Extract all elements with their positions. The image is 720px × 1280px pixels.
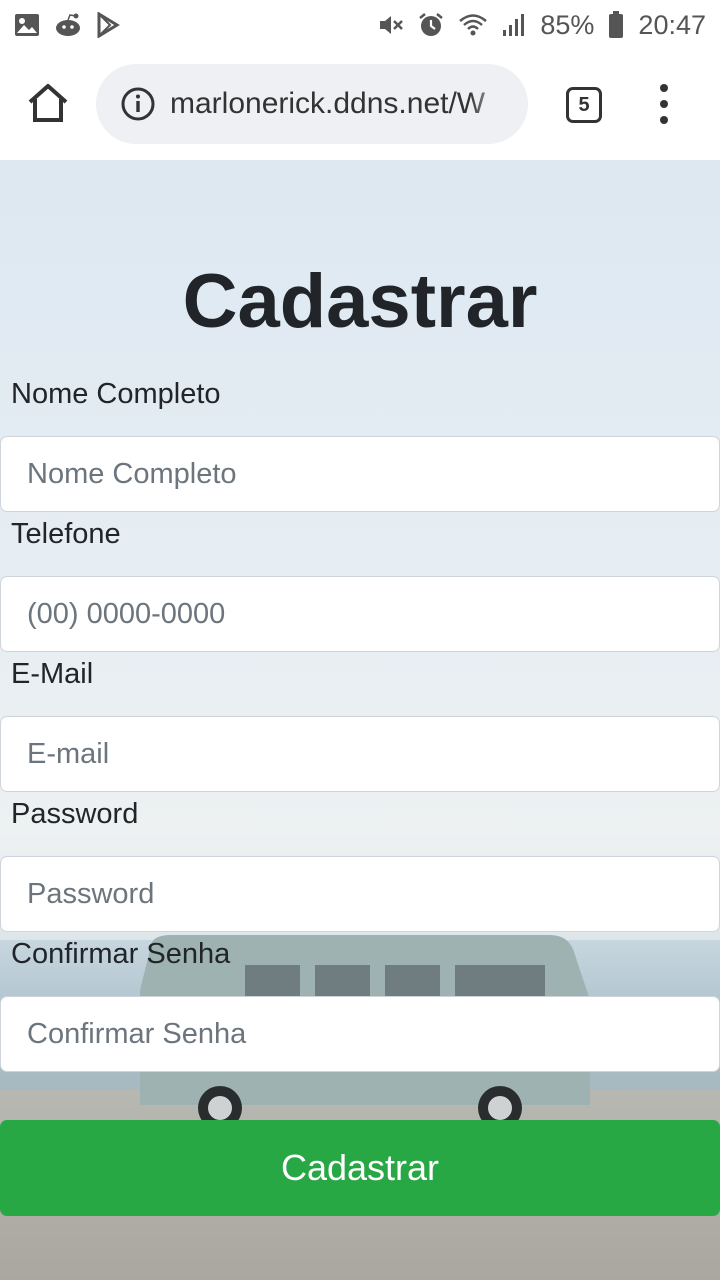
address-bar[interactable]: marlonerick.ddns.net/W: [96, 64, 528, 144]
page-title: Cadastrar: [182, 259, 538, 344]
image-icon: [14, 12, 40, 38]
full-name-label: Nome Completo: [11, 378, 221, 410]
info-icon[interactable]: [120, 86, 156, 122]
url-text[interactable]: marlonerick.ddns.net/W: [170, 87, 510, 121]
email-label: E-Mail: [11, 658, 94, 690]
register-button[interactable]: Cadastrar: [0, 1120, 720, 1216]
password-input[interactable]: [0, 856, 720, 932]
browser-toolbar: marlonerick.ddns.net/W 5: [0, 50, 720, 160]
more-vert-icon[interactable]: [652, 82, 676, 126]
password-label: Password: [11, 798, 139, 830]
status-bar: 85% 20:47: [0, 0, 720, 50]
signal-icon: [502, 12, 526, 38]
reddit-icon: [54, 12, 82, 38]
battery-icon: [608, 11, 624, 39]
play-store-icon: [96, 12, 120, 38]
phone-label: Telefone: [11, 518, 121, 550]
alarm-icon: [418, 12, 444, 38]
home-icon[interactable]: [24, 80, 72, 128]
phone-input[interactable]: [0, 576, 720, 652]
confirm-password-label: Confirmar Senha: [11, 938, 231, 970]
mute-icon: [378, 12, 404, 38]
full-name-input[interactable]: [0, 436, 720, 512]
clock: 20:47: [638, 9, 706, 40]
wifi-icon: [458, 12, 488, 38]
tabs-icon[interactable]: 5: [566, 87, 602, 123]
email-input[interactable]: [0, 716, 720, 792]
page-content: Cadastrar Nome Completo Telefone E-Mail …: [0, 160, 720, 1280]
tab-count: 5: [578, 93, 590, 116]
confirm-password-input[interactable]: [0, 996, 720, 1072]
battery-percentage: 85%: [540, 9, 595, 40]
